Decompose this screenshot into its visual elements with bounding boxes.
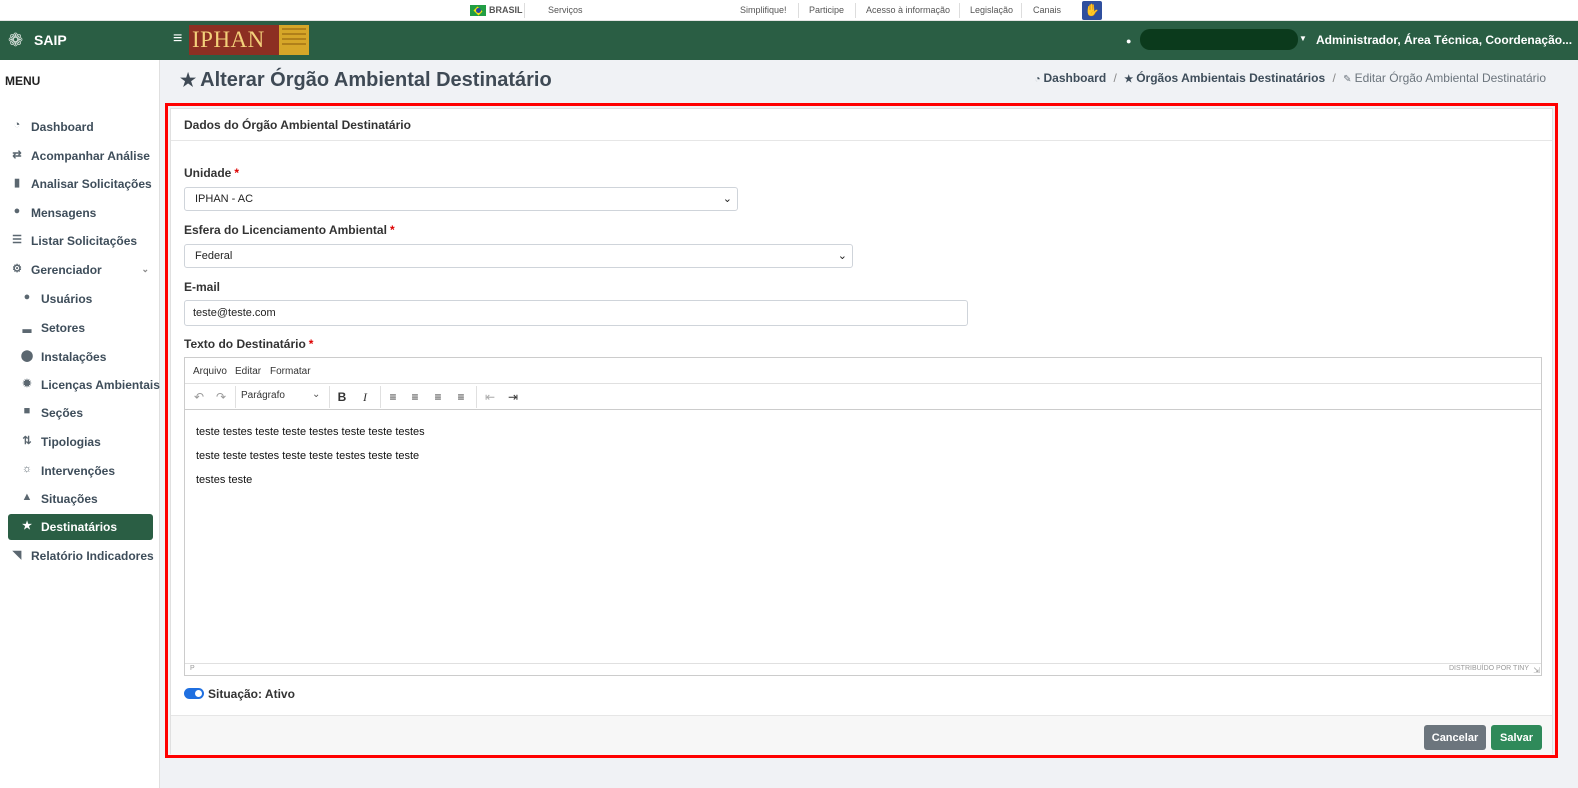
page-title: ★ Alterar Órgão Ambiental Destinatário [180, 69, 552, 92]
dashboard-icon: ◔ [13, 119, 21, 131]
gov-servicos-link[interactable]: Serviços [548, 5, 583, 15]
sidebar-item-setores[interactable]: ▂ Setores [8, 315, 153, 341]
sidebar-item-tipologias[interactable]: ⇅ Tipologias [8, 429, 153, 455]
gov-link-simplifique[interactable]: Simplifique! [740, 5, 787, 15]
gov-link-legislacao[interactable]: Legislação [970, 5, 1013, 15]
sidebar-item-label: Instalações [41, 350, 107, 364]
gov-link-canais[interactable]: Canais [1033, 5, 1061, 15]
hamburger-menu-icon[interactable]: ≡ [173, 30, 182, 48]
sidebar-item-label: Mensagens [31, 206, 97, 220]
sidebar-item-label: Relatório Indicadores [31, 549, 154, 563]
brand-bar: ❁ SAIP [0, 21, 160, 60]
sidebar-item-label: Usuários [41, 292, 93, 306]
sidebar-item-label: Analisar Solicitações [31, 177, 152, 191]
sidebar-item-intervencoes[interactable]: ☼ Intervenções [8, 458, 153, 484]
sidebar-item-relatorio-indicadores[interactable]: ◥ Relatório Indicadores [8, 543, 154, 569]
iphan-logo: IPHAN [189, 25, 309, 55]
sidebar-item-destinatarios[interactable]: ★ Destinatários [8, 514, 153, 540]
accessibility-icon[interactable]: ✋ [1082, 1, 1102, 20]
user-dropdown-caret-icon[interactable]: ▼ [1299, 34, 1307, 43]
circle-icon: ⬤ [20, 350, 34, 362]
breadcrumb-separator: / [1332, 71, 1336, 85]
breadcrumb-orgaos[interactable]: Órgãos Ambientais Destinatários [1136, 71, 1325, 85]
book-icon: ▮ [13, 177, 21, 189]
breadcrumb: ◔ Dashboard / ★ Órgãos Ambientais Destinat… [1034, 71, 1546, 85]
chevron-down-icon[interactable]: ⌄ [141, 264, 149, 275]
sidebar-item-label: Seções [41, 406, 84, 420]
area-chart-icon: ◥ [12, 549, 22, 561]
sidebar-item-label: Setores [41, 321, 86, 335]
sidebar-item-label: Acompanhar Análise [31, 149, 150, 163]
brazil-flag-icon [470, 5, 486, 16]
sidebar-item-secoes[interactable]: ■ Seções [8, 400, 153, 426]
chat-icon[interactable]: ● [1126, 36, 1131, 46]
sidebar-item-situacoes[interactable]: ▲ Situações [8, 486, 153, 512]
sidebar-item-label: Dashboard [31, 120, 94, 134]
sidebar-item-label: Gerenciador [31, 263, 102, 277]
sidebar-item-instalacoes[interactable]: ⬤ Instalações [8, 344, 153, 370]
edit-icon: ✎ [1343, 74, 1352, 85]
sidebar-item-label: Listar Solicitações [31, 234, 138, 248]
sidebar-item-dashboard[interactable]: ◔ Dashboard [8, 114, 153, 140]
breadcrumb-dashboard[interactable]: Dashboard [1044, 71, 1107, 85]
sidebar-item-label: Licenças Ambientais [41, 378, 160, 392]
gov-brasil-link[interactable]: BRASIL [489, 5, 523, 15]
dashboard-icon: ◔ [1034, 74, 1041, 85]
sidebar: MENU ◔ Dashboard ⇄ Acompanhar Análise ▮ … [0, 60, 160, 788]
sidebar-item-label: Tipologias [41, 435, 101, 449]
cogs-icon: ⚙ [12, 263, 22, 275]
top-header: ≡ IPHAN ● ▼ Administrador, Área Técnica,… [160, 21, 1578, 60]
star-icon: ★ [22, 520, 32, 532]
sidebar-item-analisar-solicitacoes[interactable]: ▮ Analisar Solicitações [8, 171, 153, 197]
saip-logo-icon: ❁ [8, 30, 24, 50]
iphan-logo-text: IPHAN [192, 27, 265, 52]
star-icon: ★ [1124, 74, 1134, 85]
exchange-icon: ⇄ [12, 149, 22, 161]
sidebar-item-gerenciador[interactable]: ⚙ Gerenciador ⌄ [8, 257, 153, 283]
gov-link-acesso-informacao[interactable]: Acesso à informação [866, 5, 950, 15]
gov-top-bar: BRASIL Serviços Simplifique! Participe A… [0, 0, 1578, 21]
industry-icon: ▂ [22, 321, 32, 333]
highlight-frame [165, 103, 1558, 758]
gov-link-participe[interactable]: Participe [809, 5, 844, 15]
breadcrumb-current: Editar Órgão Ambiental Destinatário [1354, 71, 1546, 85]
sidebar-item-acompanhar-analise[interactable]: ⇄ Acompanhar Análise [8, 143, 153, 169]
sidebar-item-label: Intervenções [41, 464, 116, 478]
sun-icon: ☼ [21, 463, 33, 475]
bell-icon: ▲ [21, 491, 33, 503]
sidebar-item-listar-solicitacoes[interactable]: ☰ Listar Solicitações [8, 228, 153, 254]
sidebar-item-licencas-ambientais[interactable]: ✹ Licenças Ambientais [8, 372, 160, 398]
comments-icon: ● [13, 205, 21, 217]
user-role[interactable]: Administrador, Área Técnica, Coordenação… [1316, 33, 1572, 47]
menu-title: MENU [5, 74, 41, 88]
certificate-icon: ✹ [22, 378, 32, 390]
sidebar-item-label: Situações [41, 492, 98, 506]
sidebar-item-mensagens[interactable]: ● Mensagens [8, 200, 153, 226]
sidebar-item-usuarios[interactable]: ● Usuários [8, 286, 153, 312]
sidebar-item-label: Destinatários [41, 520, 118, 534]
users-icon: ● [23, 291, 31, 303]
app-name[interactable]: SAIP [34, 32, 67, 48]
breadcrumb-separator: / [1113, 71, 1117, 85]
random-icon: ⇅ [22, 435, 32, 447]
square-icon: ■ [23, 405, 31, 417]
star-icon: ★ [180, 70, 197, 90]
page-title-text: Alterar Órgão Ambiental Destinatário [200, 69, 552, 91]
list-icon: ☰ [12, 234, 22, 246]
iphan-logo-emblem [279, 25, 309, 55]
user-name-redacted[interactable] [1140, 29, 1298, 50]
